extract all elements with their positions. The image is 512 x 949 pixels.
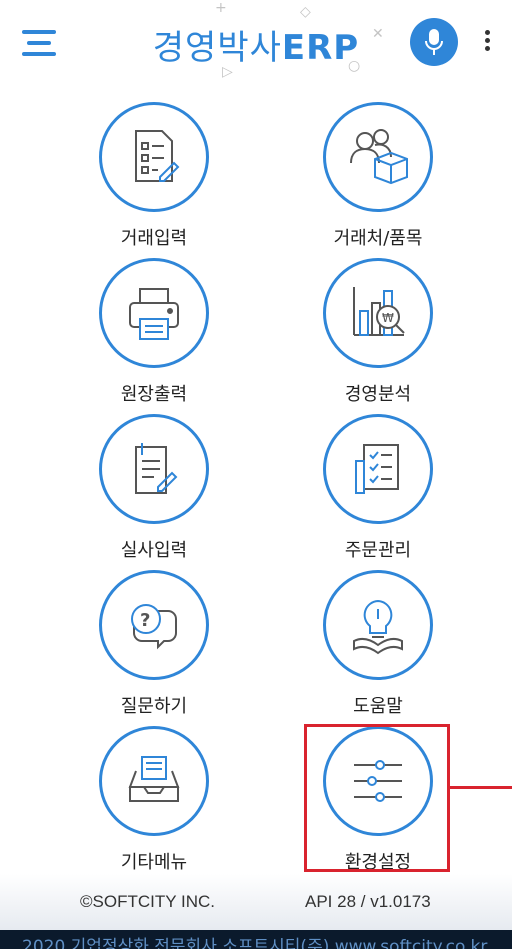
microphone-icon xyxy=(425,29,443,55)
app-header: + ◇ ✕ ○ ▷ 경영박사ERP xyxy=(0,0,512,86)
promo-text: 2020 기업정상화 전문회사 소프트시티(주) www.softcity.co… xyxy=(22,937,488,949)
question-chat-icon: ? xyxy=(131,604,177,650)
inbox-tray-icon xyxy=(128,756,180,802)
app-title-erp: ERP xyxy=(281,28,360,68)
menu-item-other-menu[interactable]: 기타메뉴 xyxy=(74,726,234,874)
more-vertical-icon[interactable] xyxy=(480,30,494,56)
menu-item-business-analysis[interactable]: ₩ 경영분석 xyxy=(298,258,458,406)
document-edit-icon xyxy=(135,130,180,182)
menu-item-clients-items[interactable]: 거래처/품목 xyxy=(298,102,458,250)
svg-text:?: ? xyxy=(140,610,150,631)
chart-magnifier-icon: ₩ xyxy=(353,287,405,336)
version-text: API 28 / v1.0173 xyxy=(305,892,431,911)
menu-item-label: 경영분석 xyxy=(344,384,412,405)
printer-icon xyxy=(129,288,179,340)
menu-item-label: 주문관리 xyxy=(344,540,412,561)
menu-item-help[interactable]: 도움말 xyxy=(298,570,458,718)
menu-item-label: 원장출력 xyxy=(120,384,188,405)
decor-cross: + xyxy=(215,0,227,16)
menu-item-label: 실사입력 xyxy=(120,540,188,561)
settings-highlight-box xyxy=(304,724,450,872)
menu-item-label: 거래처/품목 xyxy=(333,228,423,249)
menu-item-ledger-print[interactable]: 원장출력 xyxy=(74,258,234,406)
menu-item-inventory-entry[interactable]: 실사입력 xyxy=(74,414,234,562)
app-title-korean: 경영박사 xyxy=(152,28,282,68)
menu-item-order-management[interactable]: 주문관리 xyxy=(298,414,458,562)
menu-item-label: 기타메뉴 xyxy=(120,852,188,873)
menu-item-transaction-entry[interactable]: 거래입력 xyxy=(74,102,234,250)
people-box-icon xyxy=(350,129,408,185)
microphone-button[interactable] xyxy=(410,18,458,66)
menu-item-label: 질문하기 xyxy=(120,696,188,717)
footer: ©SOFTCITY INC. API 28 / v1.0173 xyxy=(0,874,512,930)
lightbulb-book-icon xyxy=(353,599,403,655)
checklist-icon xyxy=(355,444,399,494)
menu-item-label: 도움말 xyxy=(353,696,403,717)
highlight-pointer-line xyxy=(450,786,512,789)
svg-text:₩: ₩ xyxy=(382,311,394,325)
copyright-text: ©SOFTCITY INC. xyxy=(80,892,215,911)
menu-item-ask-question[interactable]: ? 질문하기 xyxy=(74,570,234,718)
clipboard-pen-icon xyxy=(135,443,178,494)
promo-banner[interactable]: 2020 기업정상화 전문회사 소프트시티(주) www.softcity.co… xyxy=(0,930,512,949)
menu-item-label: 거래입력 xyxy=(120,228,188,249)
decor-diamond: ◇ xyxy=(300,4,311,20)
